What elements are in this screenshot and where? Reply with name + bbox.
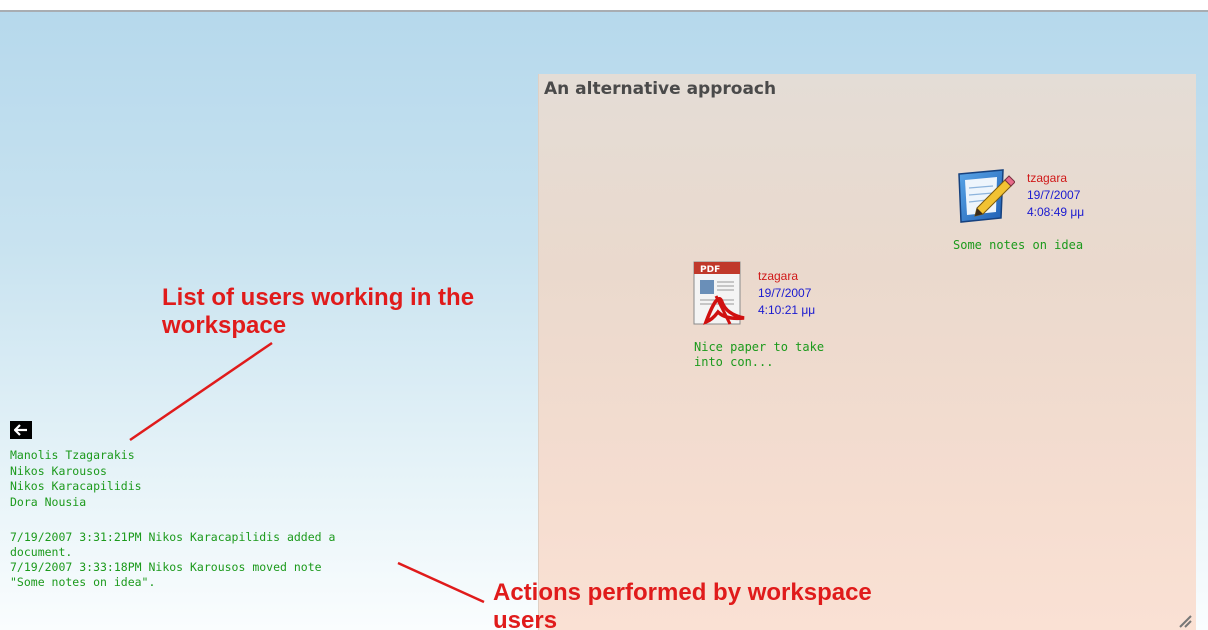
user-list-item[interactable]: Manolis Tzagarakis <box>10 448 142 464</box>
users-annotation: List of users working in the workspace <box>162 284 474 340</box>
note-date: 19/7/2007 <box>1027 188 1081 202</box>
users-annotation-line1: List of users working in the <box>162 284 475 311</box>
document-time: 4:10:21 μμ <box>758 303 816 317</box>
workspace-panel[interactable]: An alternative approach tzagara 19/7/200… <box>538 74 1196 630</box>
users-annotation-line2: workspace <box>162 312 287 339</box>
document-caption-line2: into con... <box>694 355 774 369</box>
users-annotation-arrow <box>129 341 273 442</box>
user-list-item[interactable]: Nikos Karousos <box>10 464 142 480</box>
document-author: tzagara <box>758 269 799 283</box>
resize-grip-icon[interactable] <box>1178 614 1192 628</box>
note-author: tzagara <box>1027 171 1068 185</box>
activity-log: 7/19/2007 3:31:21PM Nikos Karacapilidis … <box>10 530 410 590</box>
workspace-title: An alternative approach <box>544 79 777 99</box>
svg-text:PDF: PDF <box>700 265 720 275</box>
note-item[interactable]: tzagara 19/7/2007 4:08:49 μμ Some notes … <box>951 168 1121 258</box>
document-caption[interactable]: Nice paper to take into con... <box>694 340 824 370</box>
activity-log-line: 7/19/2007 3:31:21PM Nikos Karacapilidis … <box>10 530 336 544</box>
arrow-left-icon <box>14 424 27 436</box>
pdf-document-icon[interactable]: PDF <box>692 260 748 334</box>
back-arrow-button[interactable] <box>10 421 32 439</box>
activity-log-line: "Some notes on idea". <box>10 575 156 589</box>
document-caption-line1: Nice paper to take <box>694 340 825 354</box>
note-time: 4:08:49 μμ <box>1027 205 1085 219</box>
user-list-item[interactable]: Nikos Karacapilidis <box>10 479 142 495</box>
note-caption[interactable]: Some notes on idea <box>953 238 1083 253</box>
user-list-item[interactable]: Dora Nousia <box>10 495 142 511</box>
actions-annotation: Actions performed by workspace users <box>493 579 872 630</box>
document-date: 19/7/2007 <box>758 286 812 300</box>
activity-log-line: document. <box>10 545 73 559</box>
activity-log-line: 7/19/2007 3:33:18PM Nikos Karousos moved… <box>10 560 322 574</box>
user-list: Manolis Tzagarakis Nikos Karousos Nikos … <box>10 448 142 510</box>
actions-annotation-line2: users <box>493 607 558 630</box>
window-top-border <box>0 0 1208 12</box>
actions-annotation-line1: Actions performed by workspace <box>493 579 872 606</box>
note-pencil-icon[interactable] <box>951 168 1016 230</box>
document-item[interactable]: PDF tzagara 19/7/2007 4:10:21 μμ Nice pa… <box>692 260 862 375</box>
actions-annotation-arrow <box>397 561 485 604</box>
